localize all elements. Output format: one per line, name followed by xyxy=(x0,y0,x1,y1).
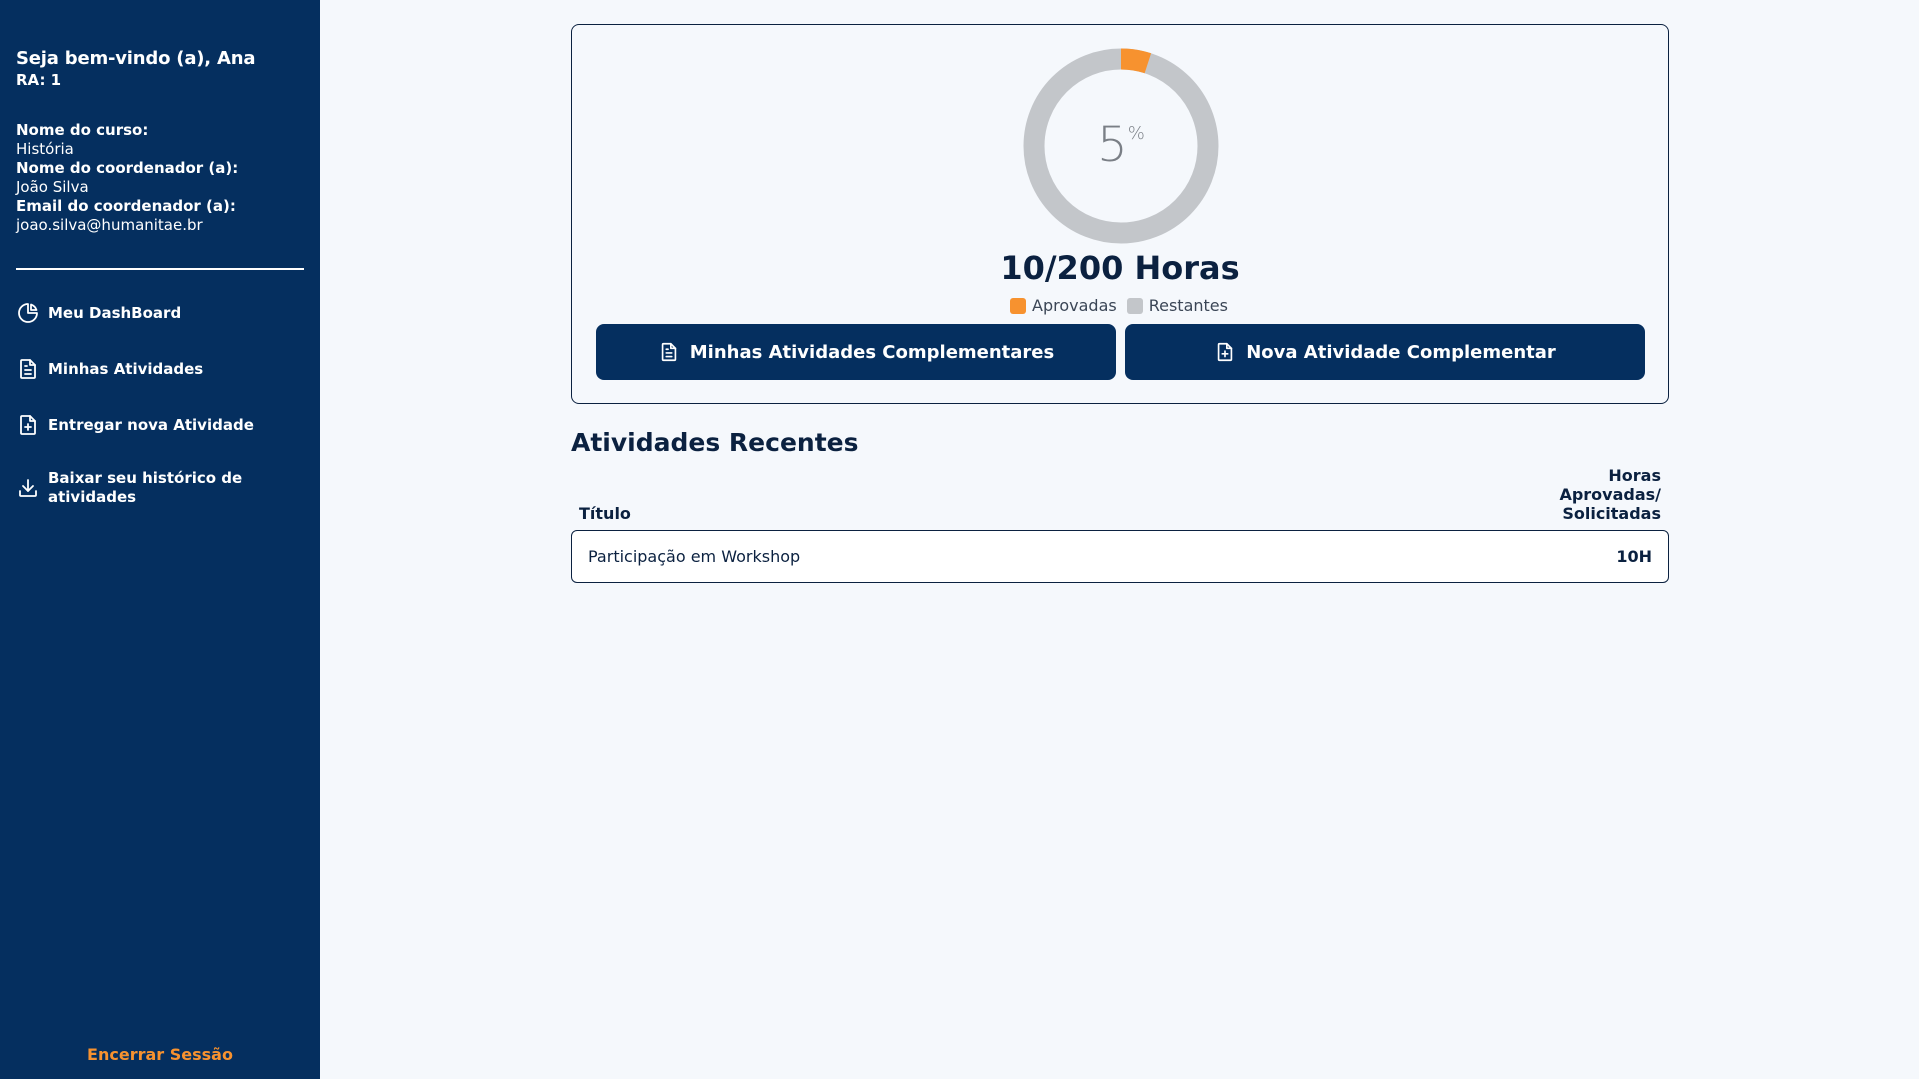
student-ra: RA: 1 xyxy=(16,71,62,89)
recent-activities-title: Atividades Recentes xyxy=(571,428,859,457)
legend-approved-label: Aprovadas xyxy=(1032,296,1117,315)
column-header-hours: Horas Aprovadas/ Solicitadas xyxy=(1500,466,1661,523)
nav-item-dashboard[interactable]: Meu DashBoard xyxy=(16,301,304,325)
document-icon xyxy=(16,357,40,381)
hours-total: 10/200 Horas xyxy=(1000,249,1240,287)
column-header-title: Título xyxy=(579,504,631,523)
welcome-text: Seja bem-vindo (a), Ana xyxy=(16,48,256,69)
table-row[interactable]: Participação em Workshop 10H xyxy=(571,530,1669,583)
progress-percent: 5% xyxy=(1023,117,1219,173)
legend-remaining-label: Restantes xyxy=(1148,296,1228,315)
coordinator-email-label: Email do coordenador (a): xyxy=(16,197,236,215)
nav-item-label: Baixar seu histórico de atividades xyxy=(48,469,243,506)
course-info: Nome do curso: História Nome do coordena… xyxy=(16,121,238,235)
nav-item-my-activities[interactable]: Minhas Atividades xyxy=(16,357,304,381)
course-label: Nome do curso: xyxy=(16,121,149,139)
column-header-hours-line1: Horas xyxy=(1608,466,1661,485)
column-header-hours-line3: Solicitadas xyxy=(1562,504,1661,523)
coordinator-value: João Silva xyxy=(16,178,89,196)
progress-card: 5% 10/200 Horas Aprovadas Restantes Minh… xyxy=(571,24,1669,404)
download-icon xyxy=(16,476,40,500)
nav-item-download-history[interactable]: Baixar seu histórico de atividades xyxy=(16,469,304,507)
course-value: História xyxy=(16,140,74,158)
new-activity-button[interactable]: Nova Atividade Complementar xyxy=(1125,324,1645,380)
nav-item-label: Meu DashBoard xyxy=(48,303,182,322)
nav-item-new-activity[interactable]: Entregar nova Atividade xyxy=(16,413,304,437)
legend-approved: Aprovadas xyxy=(1010,296,1117,315)
coordinator-label: Nome do coordenador (a): xyxy=(16,159,239,177)
progress-legend: Aprovadas Restantes xyxy=(572,296,1668,315)
pie-chart-icon xyxy=(16,301,40,325)
new-activity-button-label: Nova Atividade Complementar xyxy=(1246,341,1556,363)
my-activities-button[interactable]: Minhas Atividades Complementares xyxy=(596,324,1116,380)
document-plus-icon xyxy=(1217,342,1233,362)
activity-title: Participação em Workshop xyxy=(588,547,801,566)
logout-link[interactable]: Encerrar Sessão xyxy=(0,1045,320,1064)
nav-item-label: Minhas Atividades xyxy=(48,359,204,378)
document-plus-icon xyxy=(16,413,40,437)
legend-approved-swatch xyxy=(1010,297,1027,314)
column-header-hours-line2: Aprovadas/ xyxy=(1559,485,1661,504)
legend-remaining: Restantes xyxy=(1126,296,1228,315)
legend-remaining-swatch xyxy=(1126,297,1143,314)
my-activities-button-label: Minhas Atividades Complementares xyxy=(689,341,1055,363)
document-icon xyxy=(661,342,676,362)
progress-percent-value: 5 xyxy=(1097,117,1128,173)
progress-percent-symbol: % xyxy=(1127,123,1145,144)
coordinator-email-value: joao.silva@humanitae.br xyxy=(16,216,203,234)
activity-hours: 10H xyxy=(1616,547,1652,566)
sidebar: Seja bem-vindo (a), Ana RA: 1 Nome do cu… xyxy=(0,0,320,1079)
nav-item-label: Entregar nova Atividade xyxy=(48,415,254,434)
sidebar-divider xyxy=(16,268,304,270)
